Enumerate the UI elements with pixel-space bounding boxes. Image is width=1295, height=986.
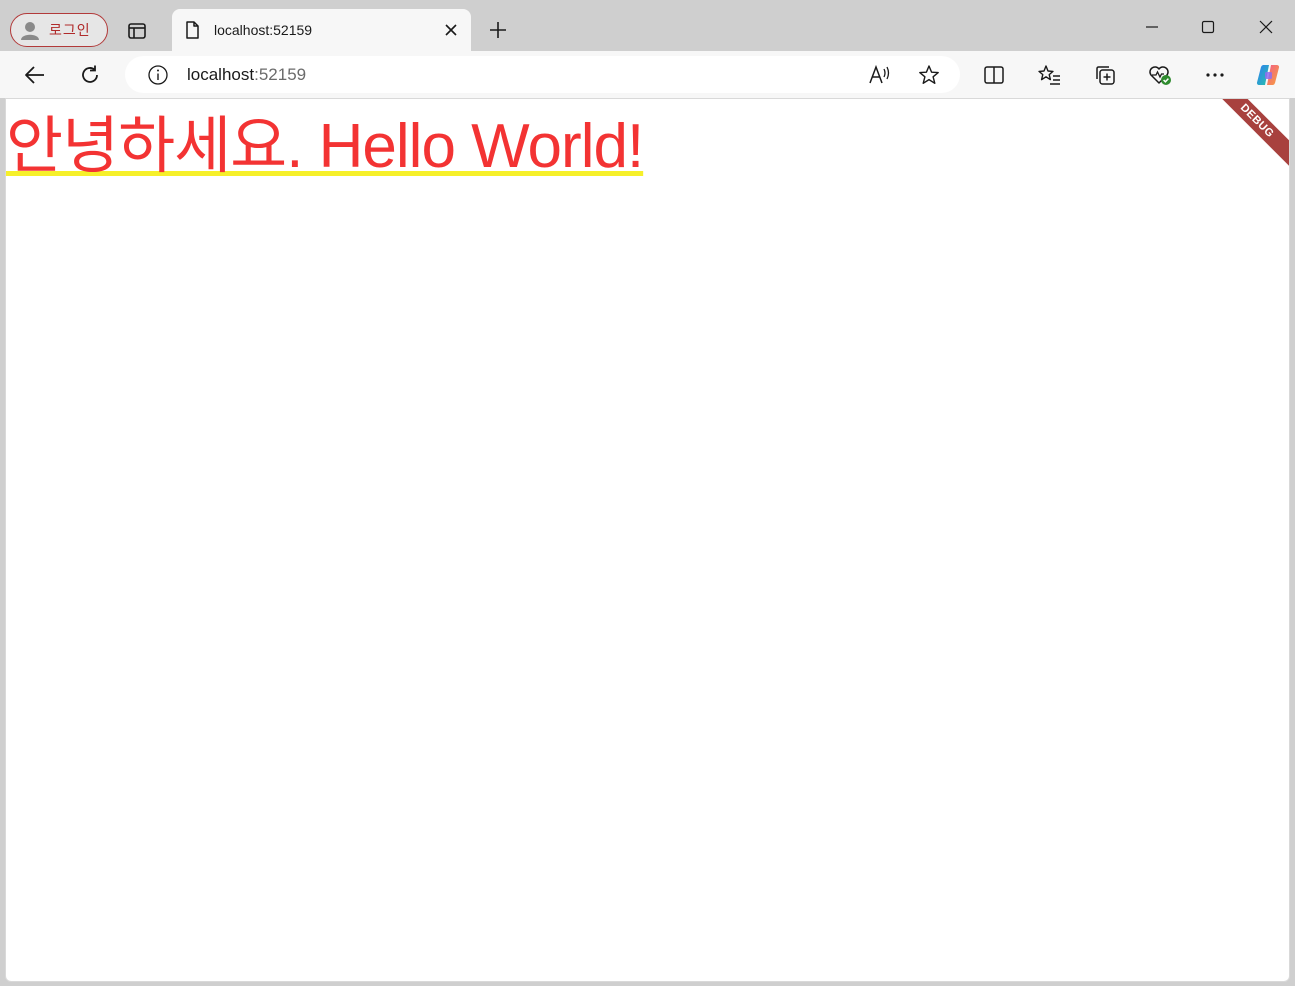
page-icon [182,20,202,40]
favorite-button[interactable] [916,62,942,88]
page-viewport: 안녕하세요. Hello World! DEBUG [5,98,1290,982]
collections-icon [1096,66,1115,85]
copilot-icon [1256,64,1280,86]
address-bar[interactable]: localhost:52159 [125,56,960,93]
back-arrow-icon [25,66,44,84]
maximize-icon [1201,20,1215,34]
close-icon [1259,20,1273,34]
refresh-button[interactable] [74,59,106,91]
close-icon [445,24,457,36]
debug-banner: DEBUG [1208,99,1289,170]
info-icon[interactable] [147,64,169,86]
toolbar: localhost:52159 [0,51,1295,98]
new-tab-button[interactable] [484,16,512,44]
back-button[interactable] [19,59,51,91]
tab-strip: 로그인 localhost:52159 [0,0,1295,51]
address-port: :52159 [254,65,307,84]
tab-actions-icon [127,21,147,41]
copilot-button[interactable] [1252,59,1284,91]
more-icon [1206,73,1224,77]
split-screen-icon [984,66,1004,84]
headline-text: 안녕하세요. Hello World! [6,112,644,181]
minimize-button[interactable] [1137,12,1167,42]
read-aloud-button[interactable] [867,62,893,88]
tab-actions-button[interactable] [122,16,152,46]
star-icon [919,65,939,84]
heart-check-icon [1149,66,1171,85]
tab-close-button[interactable] [439,18,463,42]
favorites-button[interactable] [1034,59,1066,91]
person-icon [19,19,41,41]
collections-button[interactable] [1089,59,1121,91]
split-screen-button[interactable] [978,59,1010,91]
tab-title: localhost:52159 [214,22,313,38]
active-tab[interactable]: localhost:52159 [172,9,471,51]
plus-icon [490,22,506,38]
profile-button[interactable]: 로그인 [10,13,108,47]
favorites-list-icon [1038,65,1060,85]
read-aloud-icon [869,64,890,84]
more-button[interactable] [1199,59,1231,91]
address-host: localhost [187,65,255,84]
minimize-icon [1146,26,1158,28]
address-url[interactable]: localhost:52159 [187,65,306,85]
refresh-icon [82,65,98,83]
browser-essentials-button[interactable] [1144,59,1176,91]
profile-label: 로그인 [49,22,91,38]
maximize-button[interactable] [1193,12,1223,42]
close-window-button[interactable] [1251,12,1281,42]
